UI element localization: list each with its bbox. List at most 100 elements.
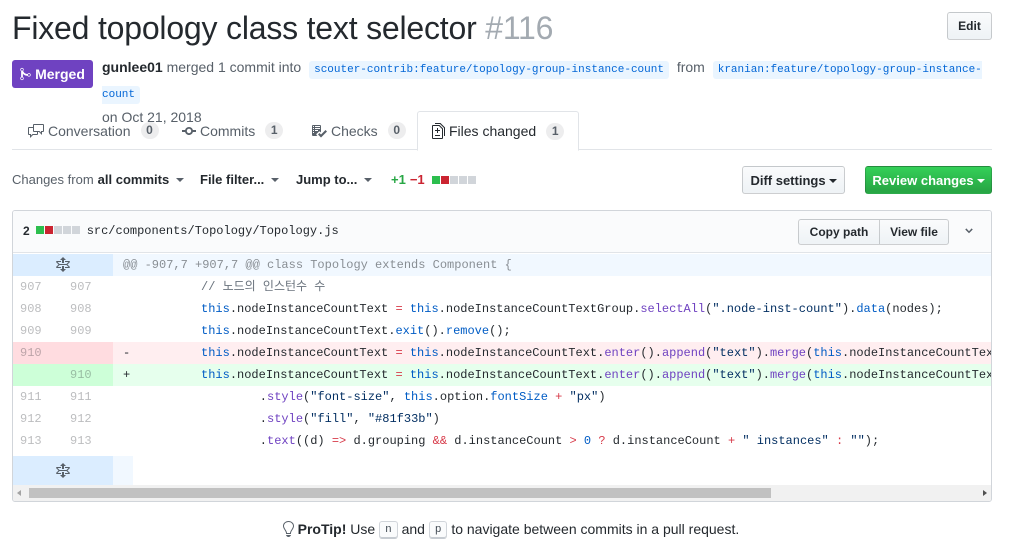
diff-settings-label: Diff settings [750,172,826,188]
tab-counter: 0 [387,122,406,139]
old-line-number[interactable]: 911 [13,386,63,408]
diff-line-context: 908 908 this.nodeInstanceCountText = this… [13,298,991,320]
author-link[interactable]: gunlee01 [102,59,163,75]
old-line-number[interactable]: 910 [13,342,63,364]
hunk-footer-strip [113,456,133,486]
tab-label: Conversation [48,122,131,139]
hunk-footer-row [13,456,991,486]
diffstat-square-deleted [44,226,53,234]
caret-down-icon [976,179,985,184]
pr-tabs: Conversation 0 Commits 1 Checks 0 Files … [12,111,992,151]
new-line-number[interactable]: 910 [63,364,113,386]
deletions-count: −1 [409,172,425,187]
jump-to-dropdown[interactable]: Jump to... [296,172,373,187]
new-line-number[interactable]: 907 [63,276,113,298]
old-line-number[interactable]: 908 [13,298,63,320]
scrollbar-thumb[interactable] [29,488,771,498]
tab-conversation[interactable]: Conversation 0 [14,111,173,150]
old-line-number[interactable]: 909 [13,320,63,342]
git-commit-icon [182,126,196,135]
merge-action-text: merged 1 commit into [166,59,302,75]
diffstat-square-neutral [62,226,71,234]
diff-marker [123,408,231,430]
diff-marker: + [123,368,131,382]
copy-path-button[interactable]: Copy path [798,219,880,245]
file-change-count: 2 [23,224,30,238]
base-branch[interactable]: scouter-contrib:feature/topology-group-i… [309,61,669,79]
changes-from-value: all commits [97,172,170,187]
caret-down-icon [364,177,373,182]
expand-up-button[interactable] [13,254,113,276]
new-line-number[interactable]: 908 [63,298,113,320]
diff-line-added: 910 + this.nodeInstanceCountText = this.no… [13,364,991,386]
from-text: from [676,59,705,75]
diff-body: @@ -907,7 +907,7 @@ class Topology exten… [13,254,991,486]
file-path[interactable]: src/components/Topology/Topology.js [87,224,339,238]
code-line: // 노드의 인스턴수 수 [113,276,991,298]
diffstat-square-neutral [71,226,80,234]
unfold-icon [56,463,70,478]
old-line-number[interactable] [13,364,63,386]
new-line-number[interactable]: 909 [63,320,113,342]
protip-label: ProTip! [297,521,347,537]
view-file-button[interactable]: View file [880,219,949,245]
diff-settings-button[interactable]: Diff settings [742,166,845,194]
diff-line-deleted: 910 - this.nodeInstanceCountText = this.no… [13,342,991,364]
old-line-number[interactable]: 907 [13,276,63,298]
light-bulb-icon [282,521,294,537]
diffstat-square-neutral [53,226,62,234]
diffstat-bar [431,172,477,187]
diff-marker [123,298,201,320]
protip-text-before: Use [350,521,376,537]
diff-line-context: 912 912 .style("fill", "#81f33b") [13,408,991,430]
horizontal-scrollbar[interactable] [13,485,991,501]
chevron-down-icon[interactable] [963,225,975,237]
changes-from-dropdown[interactable]: Changes from all commits [12,172,185,187]
diffstat: +1 −1 [391,172,477,187]
diff-toolbar: Changes from all commits File filter... … [12,166,992,194]
tab-counter: 1 [546,122,565,140]
checklist-icon [312,124,327,137]
merged-label: Merged [35,66,85,82]
caret-down-icon [176,177,185,182]
file-info: 2 src/components/Topology/Topology.js [23,224,339,238]
old-line-number[interactable]: 913 [13,430,63,452]
unfold-icon [56,257,70,272]
new-line-number[interactable]: 912 [63,408,113,430]
file-filter-dropdown[interactable]: File filter... [200,172,280,187]
new-line-number[interactable]: 913 [63,430,113,452]
old-line-number[interactable]: 912 [13,408,63,430]
tab-files-changed[interactable]: Files changed 1 [417,111,580,151]
file-diffstat-bar [35,224,81,238]
file-header: 2 src/components/Topology/Topology.js Co… [13,211,991,253]
diffstat-square-added [431,176,440,184]
review-changes-button[interactable]: Review changes [865,166,992,194]
pr-header: Fixed topology class text selector #116 … [12,8,992,48]
review-changes-label: Review changes [872,172,974,188]
expand-down-button[interactable] [13,456,113,486]
new-line-number[interactable]: 911 [63,386,113,408]
new-line-number[interactable] [63,342,113,364]
diff-line-context: 911 911 .style("font-size", this.option.f… [13,386,991,408]
diff-line-context: 909 909 this.nodeInstanceCountText.exit()… [13,320,991,342]
diff-marker: - [123,346,131,360]
diff-line-context: 913 913 .text((d) => d.grouping && d.inst… [13,430,991,452]
code-line: this.nodeInstanceCountText = this.nodeIn… [113,298,991,320]
code-line: .style("fill", "#81f33b") [113,408,991,430]
file-filter-label: File filter... [200,172,265,187]
scroll-left-icon[interactable] [17,490,21,496]
protip-text-mid: and [401,521,425,537]
code-line: this.nodeInstanceCountText.exit().remove… [113,320,991,342]
additions-count: +1 [391,172,406,187]
edit-button[interactable]: Edit [947,12,992,40]
diffstat-square-neutral [458,176,467,184]
code-line: + this.nodeInstanceCountText = this.nodeI… [113,364,991,386]
hunk-header-row: @@ -907,7 +907,7 @@ class Topology exten… [13,254,991,276]
hunk-header-text: @@ -907,7 +907,7 @@ class Topology exten… [113,254,991,276]
scroll-right-icon[interactable] [983,490,987,496]
tab-commits[interactable]: Commits 1 [168,111,297,150]
tab-checks[interactable]: Checks 0 [297,111,420,150]
code-line: .text((d) => d.grouping && d.instanceCou… [113,430,991,452]
protip: ProTip! Use n and p to navigate between … [0,521,1021,540]
pr-title-text: Fixed topology class text selector [12,10,477,46]
